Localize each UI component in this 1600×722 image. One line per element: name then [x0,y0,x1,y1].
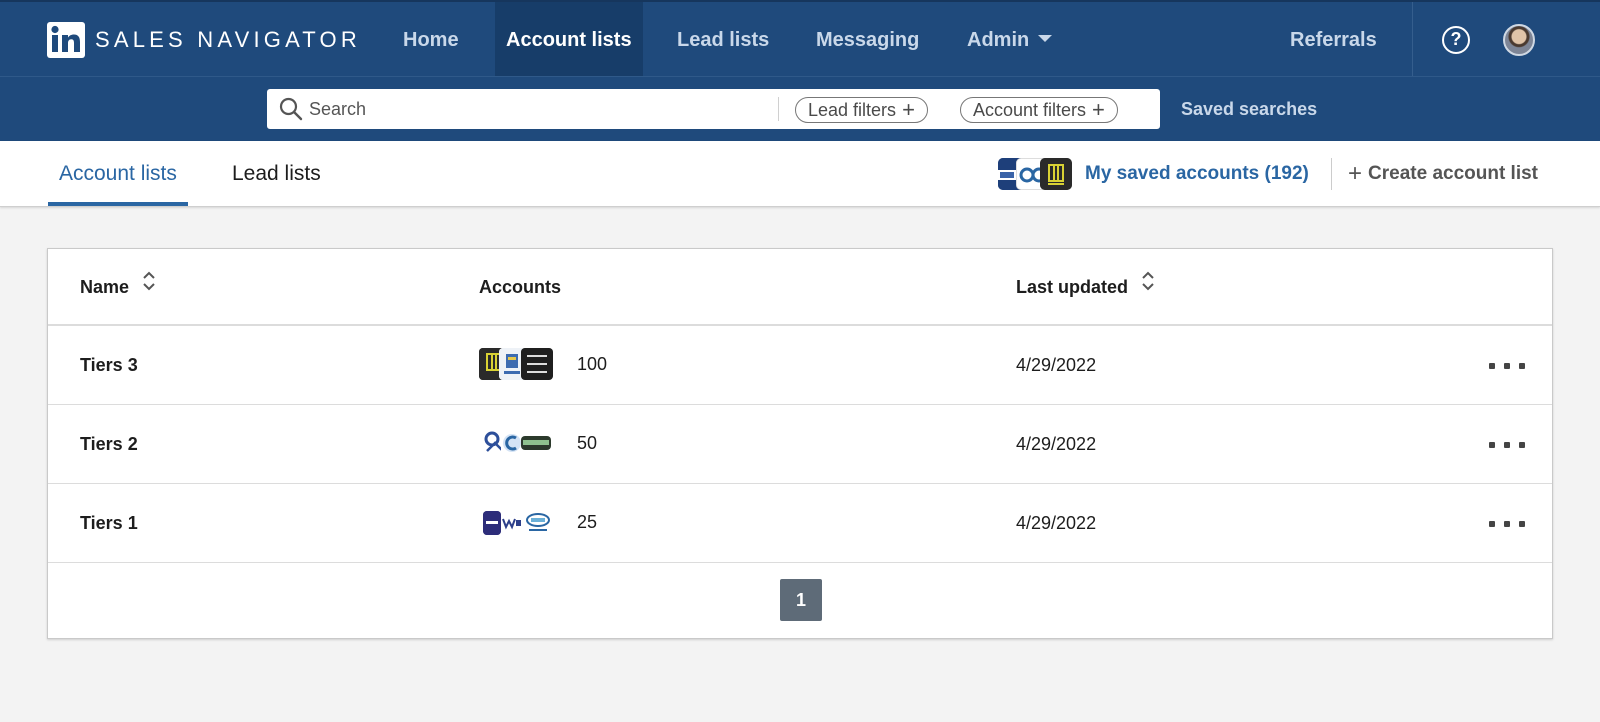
sort-icon[interactable] [1141,248,1155,325]
table-row[interactable]: Tiers 2 50 4/29/2022 [48,405,1552,484]
table-row[interactable]: Tiers 1 25 4/29/2022 [48,484,1552,563]
saved-accounts-logos [998,158,1074,190]
list-name[interactable]: Tiers 3 [80,326,138,405]
account-count: 50 [577,433,598,453]
list-name[interactable]: Tiers 2 [80,405,138,484]
account-count: 25 [577,512,598,532]
help-icon[interactable]: ? [1442,26,1470,54]
more-options-icon[interactable] [1489,356,1525,376]
search-box: Lead filters+ Account filters+ [267,89,1160,129]
brand-name: SALES NAVIGATOR [95,27,361,52]
search-divider [778,97,779,121]
nav-account-lists[interactable]: Account lists [495,2,643,78]
nav-messaging[interactable]: Messaging [805,2,930,78]
search-bar-region: Lead filters+ Account filters+ Saved sea… [0,77,1600,141]
list-name[interactable]: Tiers 1 [80,484,138,563]
last-updated-column-header[interactable]: Last updated [1016,249,1155,326]
linkedin-logo-icon [47,22,85,58]
last-updated-date: 4/29/2022 [1016,434,1097,454]
search-icon [279,97,303,126]
company-logo-icon [483,511,501,535]
name-header-label: Name [80,277,130,297]
nav-admin-label: Admin [967,29,1030,51]
subnav-divider [1331,158,1332,190]
search-input[interactable] [309,89,1039,129]
last-updated-date: 4/29/2022 [1016,355,1097,375]
accounts-column-header: Accounts [479,277,562,297]
account-logos [479,427,559,463]
company-logo-icon [521,436,551,450]
avatar[interactable] [1503,24,1535,56]
tab-lead-lists[interactable]: Lead lists [221,141,332,206]
table-header: Name Accounts Last updated [48,249,1552,326]
brand-logo[interactable]: SALES NAVIGATOR [47,22,361,58]
chevron-down-icon [1038,35,1053,42]
sort-icon[interactable] [142,248,156,325]
last-updated-date: 4/29/2022 [1016,513,1097,533]
account-logos [479,506,559,542]
account-filters-button[interactable]: Account filters + [960,97,1118,123]
nav-lead-lists[interactable]: Lead lists [666,2,780,78]
saved-searches-link[interactable]: Saved searches [1181,89,1317,129]
create-account-list-button[interactable]: + Create account list [1348,141,1538,207]
nav-referrals[interactable]: Referrals [1290,2,1377,78]
table-row[interactable]: Tiers 3 100 4/29/2022 [48,326,1552,405]
company-logo-icon [501,511,523,535]
company-logo-icon [501,429,523,457]
sub-nav: Account lists Lead lists My saved accoun… [0,141,1600,207]
name-column-header[interactable]: Name [80,249,156,326]
more-options-icon[interactable] [1489,435,1525,455]
account-lists-table: Name Accounts Last updated Tiers 3 100 4… [47,248,1553,639]
lead-filters-label: Lead filters [808,100,897,120]
lead-filters-button[interactable]: Lead filters + [795,97,928,123]
last-updated-header-label: Last updated [1016,277,1129,297]
create-account-list-label: Create account list [1368,163,1539,184]
account-logos [479,348,559,384]
company-logo-icon [525,511,551,535]
plus-icon: + [1092,97,1105,122]
company-logo-icon [521,348,553,380]
nav-divider [1412,2,1413,78]
my-saved-accounts-link[interactable]: My saved accounts (192) [1085,141,1309,207]
nav-admin[interactable]: Admin [956,2,1063,78]
company-logo-icon [1040,158,1072,190]
plus-icon: + [902,97,915,122]
tab-account-lists[interactable]: Account lists [48,141,188,206]
plus-icon: + [1348,160,1363,187]
top-navbar: SALES NAVIGATOR Home Account lists Lead … [0,0,1600,78]
account-filters-label: Account filters [973,100,1087,120]
nav-home[interactable]: Home [392,2,470,78]
pagination-page-button[interactable]: 1 [780,579,822,621]
account-count: 100 [577,354,608,374]
more-options-icon[interactable] [1489,514,1525,534]
